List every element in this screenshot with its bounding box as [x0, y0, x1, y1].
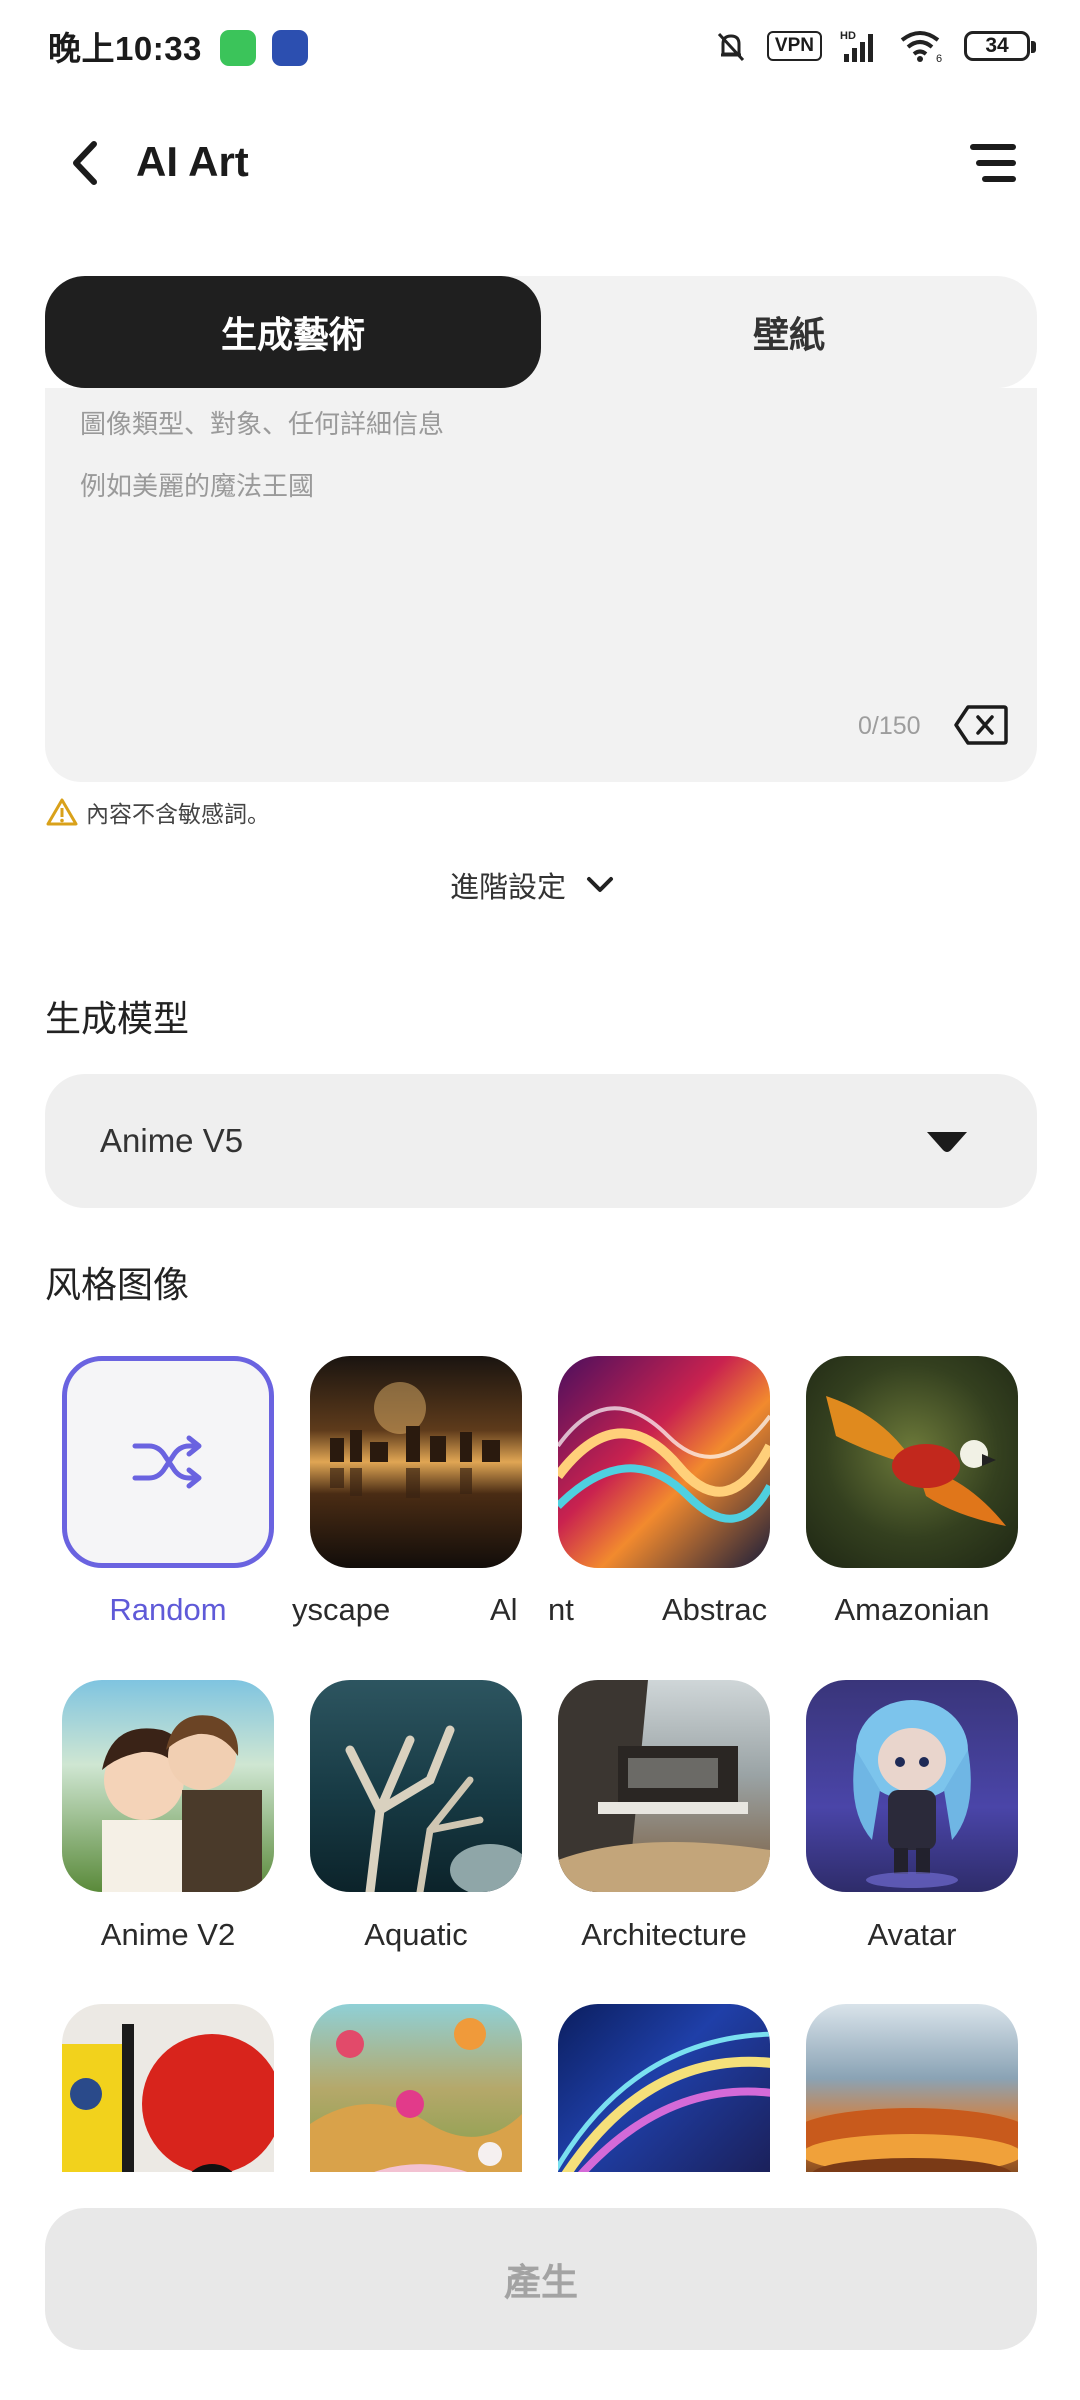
tab-generate-art[interactable]: 生成藝術 [45, 276, 541, 388]
char-counter: 0/150 [858, 712, 921, 740]
architecture-thumbnail [558, 1680, 770, 1892]
wifi-sub: 6 [936, 53, 942, 64]
anime-v2-thumbnail [102, 1715, 262, 1892]
style-tile-anime-v2[interactable] [62, 1680, 274, 1892]
bell-muted-icon [717, 32, 745, 62]
style-tile-amazonian[interactable] [806, 1356, 1018, 1568]
style-tile-architecture[interactable] [558, 1680, 770, 1892]
clear-text-icon[interactable] [954, 704, 1008, 746]
vpn-badge: VPN [766, 31, 822, 61]
amazonian-thumbnail [826, 1396, 1006, 1526]
shuffle-icon [132, 1435, 202, 1489]
abstract-thumbnail [558, 1406, 770, 1523]
style-label-anime-v2: Anime V2 [100, 1917, 236, 1952]
battery-icon: 34 [964, 31, 1036, 61]
style-section-title: 风格图像 [45, 1264, 190, 1305]
hd-label: HD [840, 30, 856, 42]
style-tile-random[interactable] [62, 1356, 274, 1568]
style-label-partial-1: Al [490, 1592, 518, 1627]
model-section-title: 生成模型 [45, 998, 190, 1039]
tab-wallpaper[interactable]: 壁紙 [541, 276, 1037, 388]
advanced-settings-toggle[interactable]: 進階設定 [450, 864, 614, 906]
signal-icon: HD [840, 30, 873, 62]
cityscape-thumbnail [330, 1382, 500, 1498]
style-label-architecture: Architecture [581, 1917, 747, 1952]
warning-icon [46, 798, 78, 826]
chevron-down-icon [587, 877, 614, 892]
style-label-avatar: Avatar [867, 1917, 957, 1952]
style-label-random: Random [109, 1592, 227, 1627]
style-label-aquatic: Aquatic [364, 1917, 468, 1952]
style-label-amazonian: Amazonian [834, 1592, 990, 1627]
dropdown-caret-icon [927, 1132, 967, 1152]
app-notification-icon-2 [272, 30, 308, 66]
style-tile-cityscape[interactable] [310, 1356, 522, 1568]
aquatic-thumbnail [345, 1725, 522, 1892]
back-arrow-icon[interactable] [64, 138, 108, 188]
generate-button[interactable]: 產生 [45, 2208, 1037, 2350]
style-tile-abstract[interactable] [558, 1356, 770, 1568]
status-icons: VPN HD 6 34 [713, 26, 1036, 66]
prompt-placeholder-line2: 例如美麗的魔法王國 [80, 471, 315, 501]
prompt-placeholder-line1: 圖像類型、對象、任何詳細信息 [80, 409, 445, 439]
bottom-fade [0, 2172, 1080, 2212]
style-tile-aquatic[interactable] [310, 1680, 522, 1892]
page-title: AI Art [136, 138, 249, 185]
style-label-cityscape: yscape [292, 1592, 391, 1627]
sensitive-content-notice: 內容不含敏感詞。 [46, 795, 270, 829]
wifi-icon: 6 [900, 31, 942, 64]
menu-icon[interactable] [966, 140, 1020, 186]
style-label-abstract: Abstrac [662, 1592, 768, 1627]
advanced-settings-label: 進階設定 [450, 872, 567, 904]
model-selected-value: Anime V5 [100, 1122, 244, 1159]
app-notification-icon [220, 30, 256, 66]
warning-text: 內容不含敏感詞。 [86, 801, 270, 827]
style-label-partial-2: nt [548, 1592, 574, 1627]
style-tile-avatar[interactable] [806, 1680, 1018, 1892]
status-time: 晚上10:33 [48, 30, 202, 67]
avatar-thumbnail [853, 1700, 971, 1888]
